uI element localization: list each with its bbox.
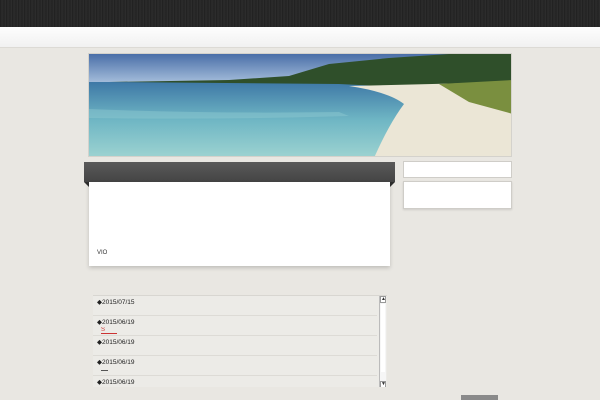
- main-content-panel: VIO: [89, 182, 390, 266]
- beach-photo: [89, 54, 511, 156]
- main-panel-header: [84, 162, 395, 182]
- list-item[interactable]: ◆2015/06/19: [93, 376, 377, 387]
- list-item[interactable]: ◆2015/06/19: [93, 336, 377, 356]
- main-panel-text: VIO: [97, 250, 108, 256]
- scroll-up-icon[interactable]: ▲: [380, 296, 386, 303]
- news-date: ◆2015/06/19: [97, 339, 135, 346]
- page-top-button[interactable]: [461, 395, 498, 400]
- banner-image: [88, 53, 512, 157]
- news-scrollbar[interactable]: ▲ ▼: [379, 296, 386, 387]
- news-date: ◆2015/06/19: [97, 379, 135, 386]
- news-date: ◆2015/06/19: [97, 359, 135, 366]
- news-list[interactable]: ◆2015/07/15 ◆2015/06/19 S ◆2015/06/19 ◆2…: [93, 295, 387, 387]
- news-date: ◆2015/06/19: [97, 319, 135, 326]
- navigation-bar: [0, 27, 600, 48]
- scroll-down-icon[interactable]: ▼: [380, 381, 386, 387]
- scroll-thumb[interactable]: [381, 304, 385, 372]
- top-header-bar: [0, 0, 600, 27]
- news-dash: [101, 370, 108, 371]
- list-item[interactable]: ◆2015/07/15: [93, 296, 377, 316]
- list-item[interactable]: ◆2015/06/19: [93, 356, 377, 376]
- news-link[interactable]: S: [101, 327, 117, 334]
- header-ribbon-fold-right: [390, 182, 395, 187]
- sidebar-box: [403, 181, 512, 209]
- sidebar-box-top: [403, 161, 512, 178]
- news-date: ◆2015/07/15: [97, 299, 135, 306]
- list-item[interactable]: ◆2015/06/19 S: [93, 316, 377, 336]
